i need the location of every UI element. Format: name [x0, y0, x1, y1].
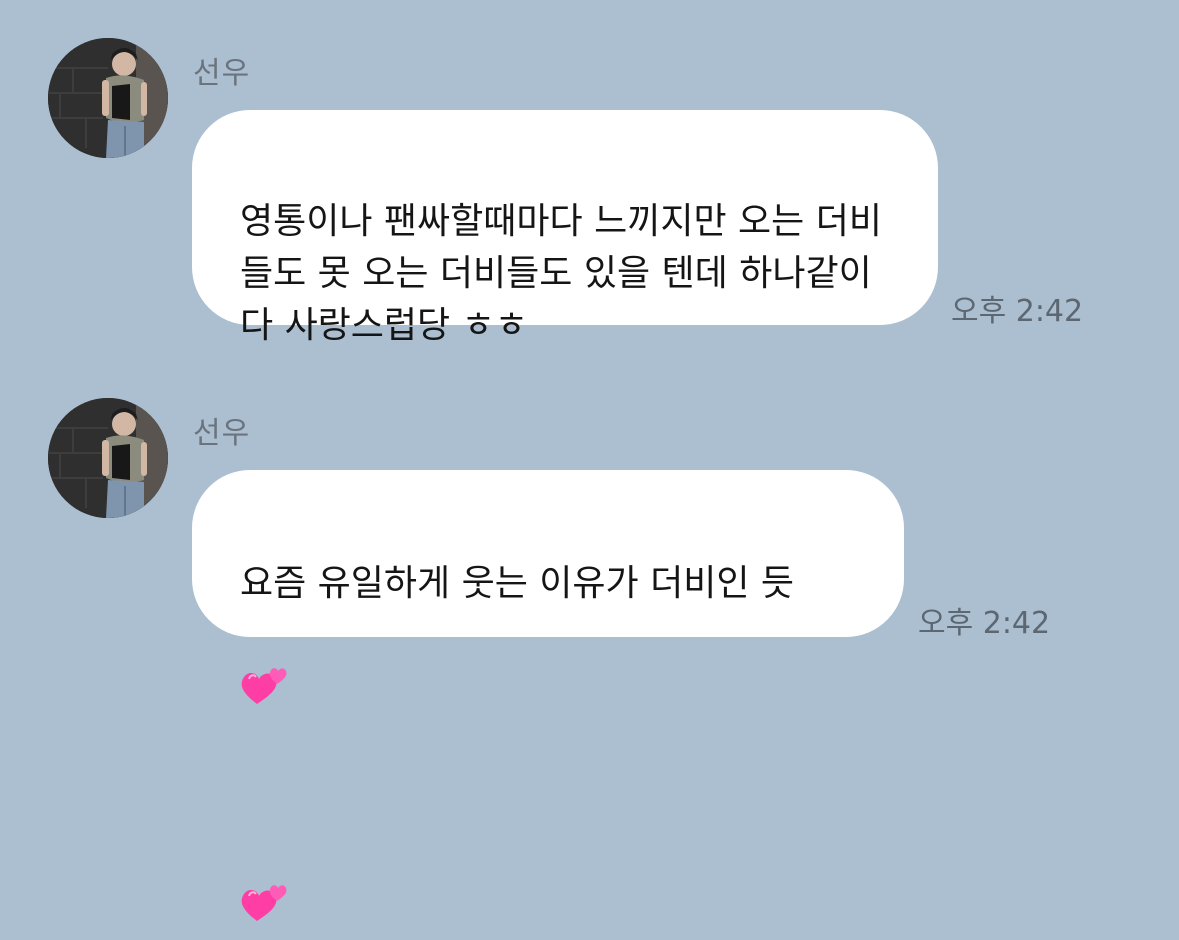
- message-text: 영통이나 팬싸할때마다 느끼지만 오는 더비 들도 못 오는 더비들도 있을 텐…: [240, 201, 882, 346]
- sender-name: 선우: [193, 416, 251, 451]
- message-timestamp: 오후 2:42: [951, 294, 1084, 329]
- avatar[interactable]: [48, 398, 168, 518]
- message-bubble[interactable]: 영통이나 팬싸할때마다 느끼지만 오는 더비 들도 못 오는 더비들도 있을 텐…: [192, 110, 938, 346]
- two-hearts-emoji-icon: [240, 610, 288, 723]
- message-bubble[interactable]: 요즘 유일하게 웃는 이유가 더비인 듯: [192, 470, 904, 921]
- sender-name: 선우: [193, 56, 251, 91]
- avatar[interactable]: [48, 38, 168, 158]
- two-hearts-emoji-icon: [240, 827, 288, 940]
- message-timestamp: 오후 2:42: [918, 606, 1051, 641]
- message-text: 요즘 유일하게 웃는 이유가 더비인 듯: [240, 563, 795, 604]
- profile-photo-icon: [48, 398, 168, 518]
- profile-photo-icon: [48, 38, 168, 158]
